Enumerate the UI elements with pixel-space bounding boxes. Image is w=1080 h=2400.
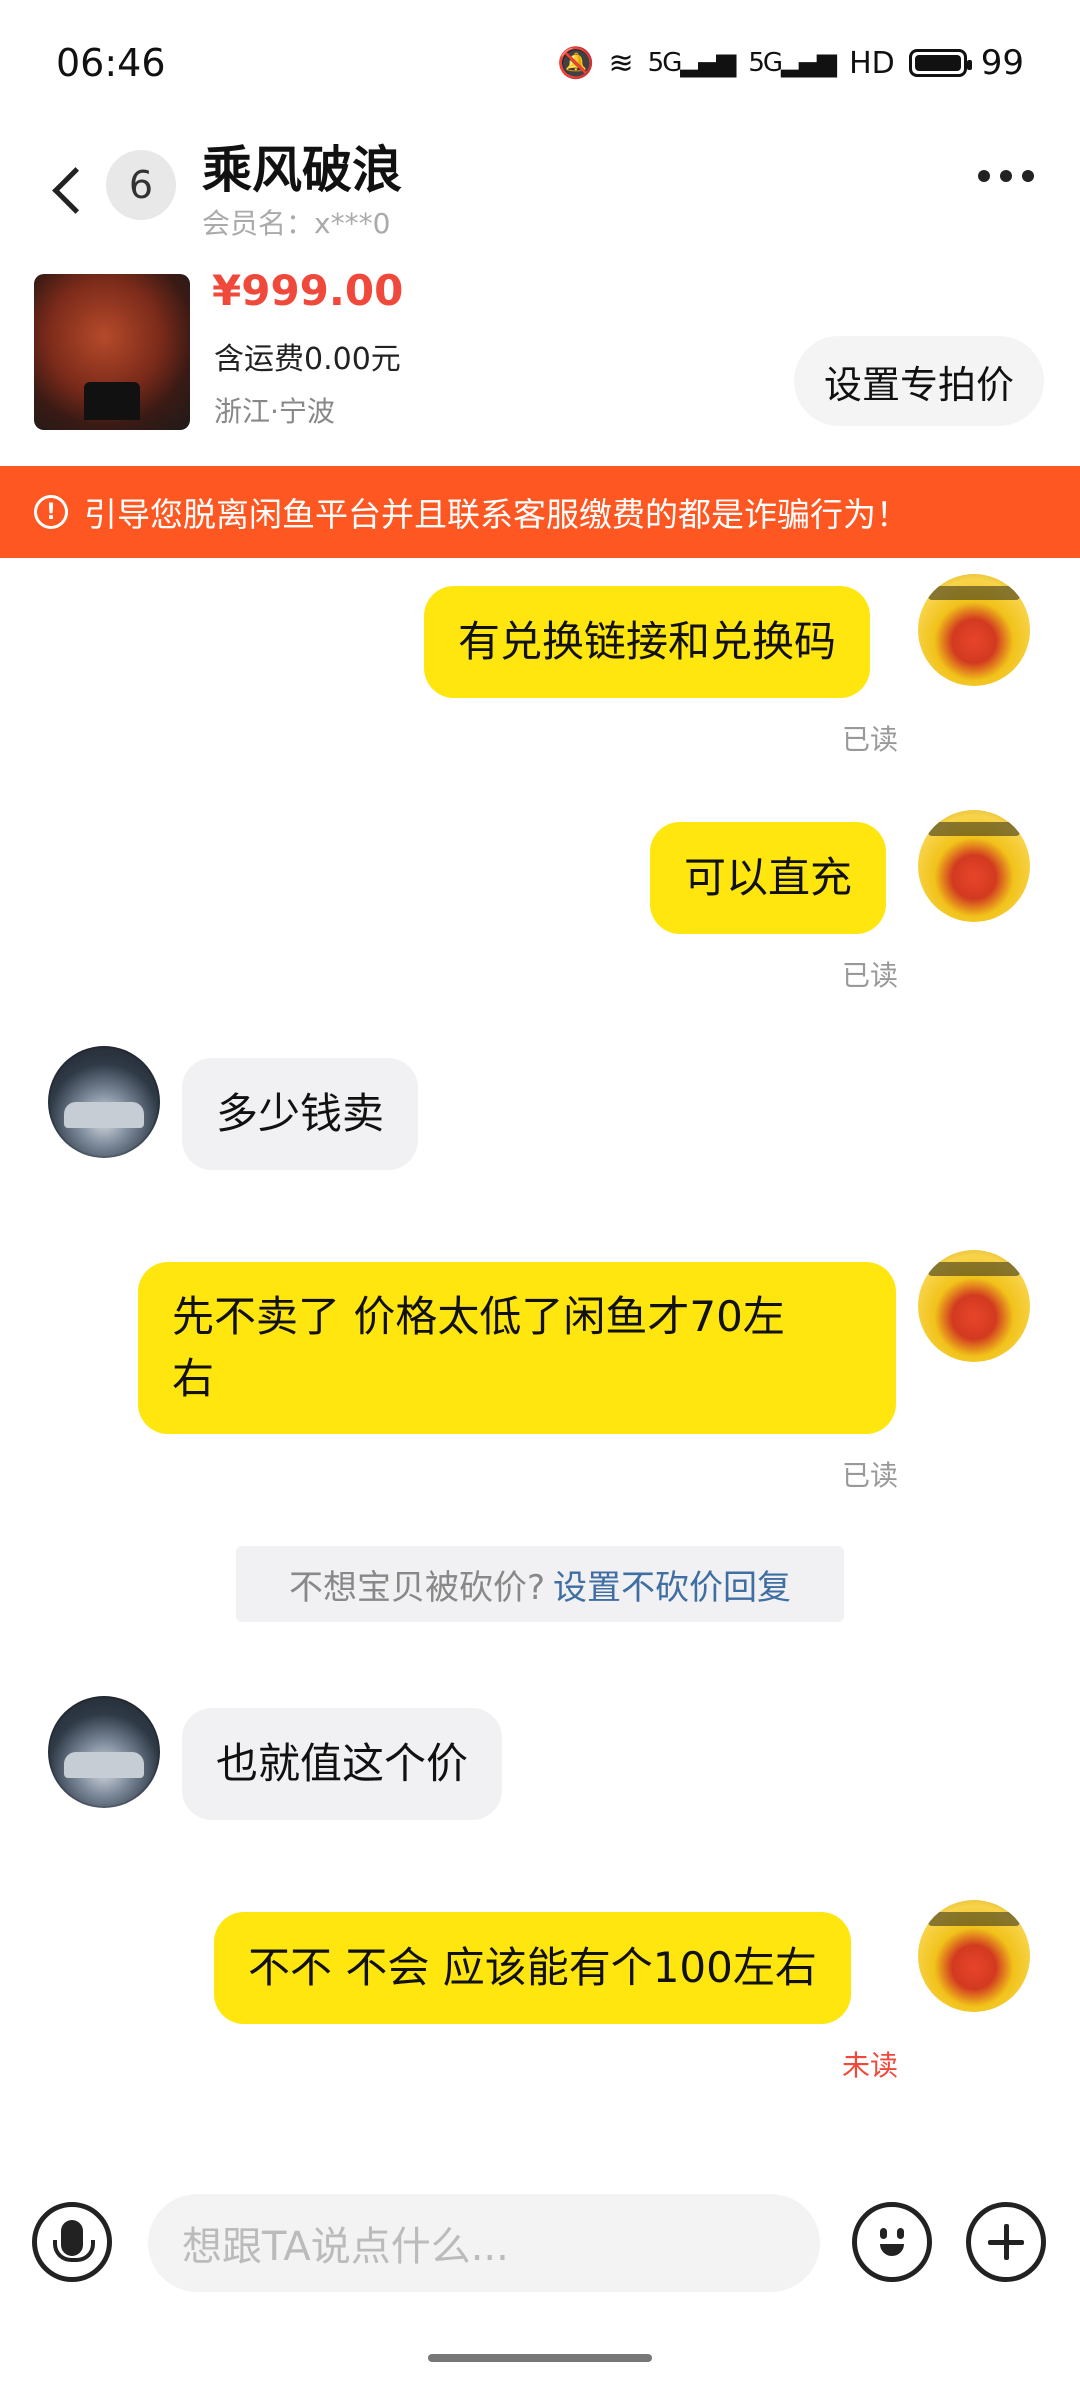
microphone-icon [53, 2220, 95, 2262]
message-text-line: 先不卖了 价格太低了闲鱼才70左 [172, 1292, 785, 1341]
set-special-price-button[interactable]: 设置专拍价 [793, 336, 1044, 426]
smiley-icon [870, 2220, 914, 2264]
product-shipping: 含运费0.00元 [214, 342, 401, 377]
message-bubble-received[interactable]: 多少钱卖 [182, 1058, 419, 1170]
warning-icon: ! [34, 495, 68, 529]
no-bargain-tip: 不想宝贝被砍价? 设置不砍价回复 [236, 1546, 844, 1622]
battery-icon [908, 49, 972, 77]
contact-avatar[interactable] [48, 1046, 160, 1158]
contact-name: 乘风破浪 [202, 141, 402, 199]
my-avatar[interactable] [918, 574, 1030, 686]
unread-status: 未读 [842, 2049, 899, 2082]
unread-count-badge[interactable]: 6 [106, 150, 176, 220]
warning-text: 引导您脱离闲鱼平台并且联系客服缴费的都是诈骗行为！ [84, 495, 909, 534]
voice-input-button[interactable] [32, 2202, 112, 2282]
more-options-button[interactable] [978, 170, 1034, 182]
status-time: 06:46 [56, 41, 166, 85]
more-actions-button[interactable] [966, 2202, 1046, 2282]
signal-icon: 5G▂▄▆ [647, 48, 737, 78]
message-bubble-sent[interactable]: 不不 不会 应该能有个100左右 [214, 1912, 851, 2024]
signal-icon-2: 5G▂▄▆ [748, 48, 837, 78]
network-label-2: 5G [748, 48, 783, 78]
back-button[interactable] [44, 150, 94, 230]
more-dot-icon [1022, 170, 1034, 182]
message-bubble-sent[interactable]: 有兑换链接和兑换码 [424, 586, 871, 698]
more-dot-icon [978, 170, 990, 182]
product-thumbnail[interactable] [34, 274, 190, 430]
battery-level: 99 [980, 43, 1024, 83]
message-bubble-received[interactable]: 也就值这个价 [182, 1708, 503, 1820]
my-avatar[interactable] [918, 810, 1030, 922]
set-no-bargain-reply-link[interactable]: 设置不砍价回复 [553, 1560, 791, 1609]
message-input-bar: 想跟TA说点什么... [0, 2180, 1080, 2310]
my-avatar[interactable] [918, 1900, 1030, 2012]
wifi-icon: ≋ [608, 45, 634, 81]
home-indicator[interactable] [428, 2354, 652, 2362]
status-icons: 🔕 ≋ 5G▂▄▆ 5G▂▄▆ HD 99 [557, 43, 1024, 83]
message-text-line: 右 [172, 1354, 215, 1403]
status-bar: 06:46 🔕 ≋ 5G▂▄▆ 5G▂▄▆ HD 99 [0, 0, 1080, 126]
message-bubble-sent[interactable]: 可以直充 [650, 822, 887, 934]
more-dot-icon [1000, 170, 1012, 182]
read-status: 已读 [842, 959, 899, 992]
plus-icon [988, 2224, 1024, 2260]
product-card[interactable]: ¥999.00 含运费0.00元 浙江·宁波 设置专拍价 [0, 266, 1080, 466]
tip-text: 不想宝贝被砍价? [288, 1567, 546, 1608]
emoji-button[interactable] [852, 2202, 932, 2282]
mute-icon: 🔕 [557, 45, 595, 81]
message-bubble-sent[interactable]: 先不卖了 价格太低了闲鱼才70左 右 [138, 1262, 896, 1434]
product-price: ¥999.00 [212, 266, 404, 315]
read-status: 已读 [842, 1459, 899, 1492]
message-input[interactable]: 想跟TA说点什么... [148, 2194, 820, 2292]
hd-label: HD [849, 45, 895, 81]
network-label: 5G [647, 48, 683, 78]
read-status: 已读 [842, 723, 899, 756]
my-avatar[interactable] [918, 1250, 1030, 1362]
product-location: 浙江·宁波 [214, 395, 335, 428]
fraud-warning-banner: ! 引导您脱离闲鱼平台并且联系客服缴费的都是诈骗行为！ [0, 466, 1080, 558]
contact-avatar[interactable] [48, 1696, 160, 1808]
member-name: 会员名：x***0 [202, 207, 391, 240]
chat-header: 6 乘风破浪 会员名：x***0 [0, 126, 1080, 266]
